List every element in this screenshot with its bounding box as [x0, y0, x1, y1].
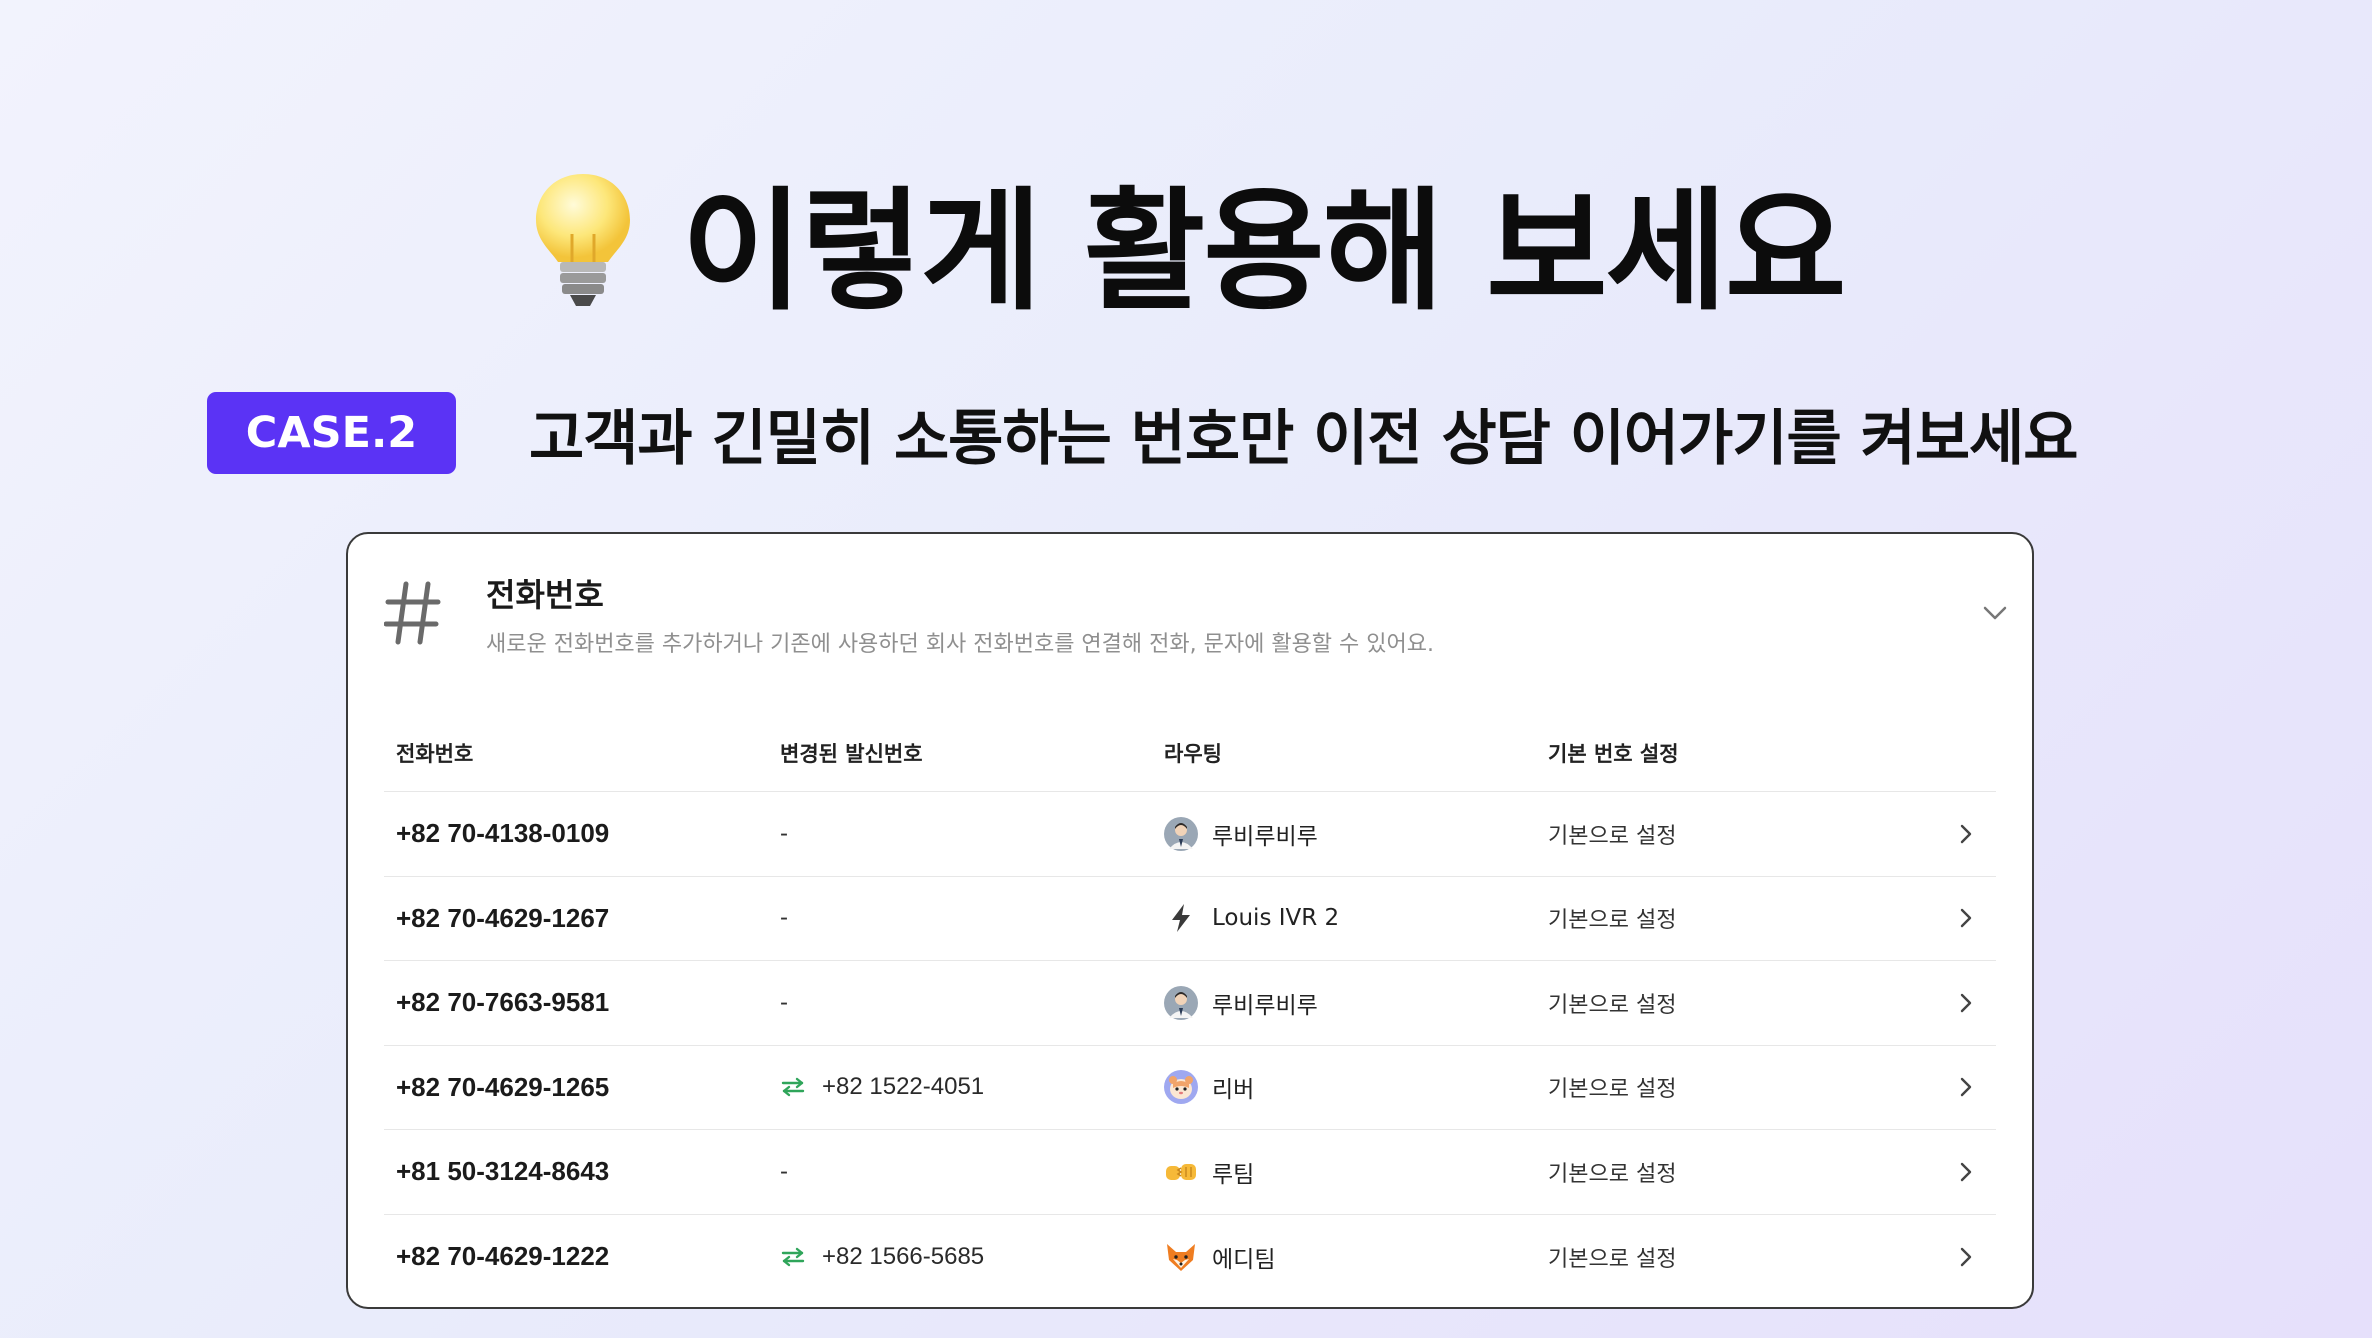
- table-row[interactable]: +82 70-4138-0109 - 루비루비루 기본으로 설정: [384, 792, 1996, 877]
- column-header-routing: 라우팅: [1164, 741, 1222, 766]
- phone-numbers-table: 전화번호 변경된 발신번호 라우팅 기본 번호 설정 +82 70-4138-0…: [384, 714, 1996, 1299]
- changed-caller-id: -: [780, 904, 788, 932]
- chevron-right-icon[interactable]: [1956, 906, 1976, 930]
- routing-target: 리버: [1212, 1077, 1255, 1104]
- phone-number: +82 70-7663-9581: [396, 987, 610, 1018]
- set-default-button[interactable]: 기본으로 설정: [1548, 1156, 1676, 1188]
- phone-number: +82 70-4629-1267: [396, 902, 610, 933]
- case-text: 고객과 긴밀히 소통하는 번호만 이전 상담 이어가기를 켜보세요: [529, 403, 2078, 474]
- changed-caller-id: -: [780, 819, 788, 847]
- table-row[interactable]: +81 50-3124-8643 - 루팀 기본으로 설정: [384, 1130, 1996, 1215]
- table-header: 전화번호 변경된 발신번호 라우팅 기본 번호 설정: [384, 714, 1996, 792]
- changed-caller-id: +82 1566-5685: [822, 1242, 985, 1270]
- routing-target: 에디팀: [1212, 1246, 1276, 1273]
- lightbulb-icon: [535, 174, 630, 306]
- hero-title: 이렇게 활용해 보세요: [681, 174, 1847, 329]
- chevron-right-icon[interactable]: [1956, 1075, 1976, 1099]
- table-row[interactable]: +82 70-4629-1222 +82 1566-5685 에디팀 기본으로 …: [384, 1215, 1996, 1300]
- table-row[interactable]: +82 70-7663-9581 - 루비루비루 기본으로 설정: [384, 961, 1996, 1046]
- routing-target: Louis IVR 2: [1212, 905, 1340, 932]
- phone-number: +82 70-4629-1222: [396, 1241, 610, 1272]
- set-default-button[interactable]: 기본으로 설정: [1548, 818, 1676, 850]
- hash-icon: [384, 581, 441, 645]
- column-header-changed-caller-id: 변경된 발신번호: [780, 741, 923, 766]
- routing-target: 루팀: [1212, 1161, 1255, 1188]
- case-badge: CASE.2: [207, 392, 456, 474]
- chevron-right-icon[interactable]: [1956, 1160, 1976, 1184]
- case-row: CASE.2 고객과 긴밀히 소통하는 번호만 이전 상담 이어가기를 켜보세요: [207, 392, 2078, 474]
- set-default-button[interactable]: 기본으로 설정: [1548, 902, 1676, 934]
- fist-bump-icon: [1164, 1155, 1198, 1189]
- phone-numbers-card: 전화번호 새로운 전화번호를 추가하거나 기존에 사용하던 회사 전화번호를 연…: [346, 532, 2034, 1309]
- fox-icon: [1164, 1240, 1198, 1274]
- routing-target: 루비루비루: [1212, 992, 1318, 1019]
- chevron-right-icon[interactable]: [1956, 822, 1976, 846]
- person-avatar-icon: [1164, 985, 1198, 1020]
- person-avatar-icon: [1164, 816, 1198, 851]
- column-header-default-number: 기본 번호 설정: [1548, 741, 1679, 766]
- table-row[interactable]: +82 70-4629-1267 - Louis IVR 2 기본으로 설정: [384, 877, 1996, 961]
- swap-icon: [781, 1078, 805, 1097]
- table-row[interactable]: +82 70-4629-1265 +82 1522-4051 리버 기본으로 설…: [384, 1046, 1996, 1130]
- phone-number: +82 70-4629-1265: [396, 1071, 610, 1102]
- card-description: 새로운 전화번호를 추가하거나 기존에 사용하던 회사 전화번호를 연결해 전화…: [486, 632, 1434, 657]
- hamster-avatar-icon: [1164, 1070, 1198, 1105]
- chevron-right-icon[interactable]: [1956, 1245, 1976, 1269]
- hero: 이렇게 활용해 보세요: [0, 160, 2372, 329]
- swap-icon: [781, 1247, 805, 1266]
- phone-number: +82 70-4138-0109: [396, 818, 610, 849]
- column-header-phone: 전화번호: [396, 741, 474, 766]
- set-default-button[interactable]: 기본으로 설정: [1548, 1241, 1676, 1273]
- phone-number: +81 50-3124-8643: [396, 1156, 610, 1187]
- set-default-button[interactable]: 기본으로 설정: [1548, 1071, 1676, 1103]
- changed-caller-id: -: [780, 1157, 788, 1185]
- changed-caller-id: +82 1522-4051: [822, 1073, 985, 1101]
- table-body: +82 70-4138-0109 - 루비루비루 기본으로 설정 +82 70-…: [384, 792, 1996, 1299]
- bolt-icon: [1164, 901, 1198, 935]
- card-title: 전화번호: [486, 576, 604, 614]
- routing-target: 루비루비루: [1212, 823, 1318, 850]
- changed-caller-id: -: [780, 988, 788, 1016]
- chevron-down-icon[interactable]: [1982, 600, 2008, 626]
- set-default-button[interactable]: 기본으로 설정: [1548, 987, 1676, 1019]
- chevron-right-icon[interactable]: [1956, 991, 1976, 1015]
